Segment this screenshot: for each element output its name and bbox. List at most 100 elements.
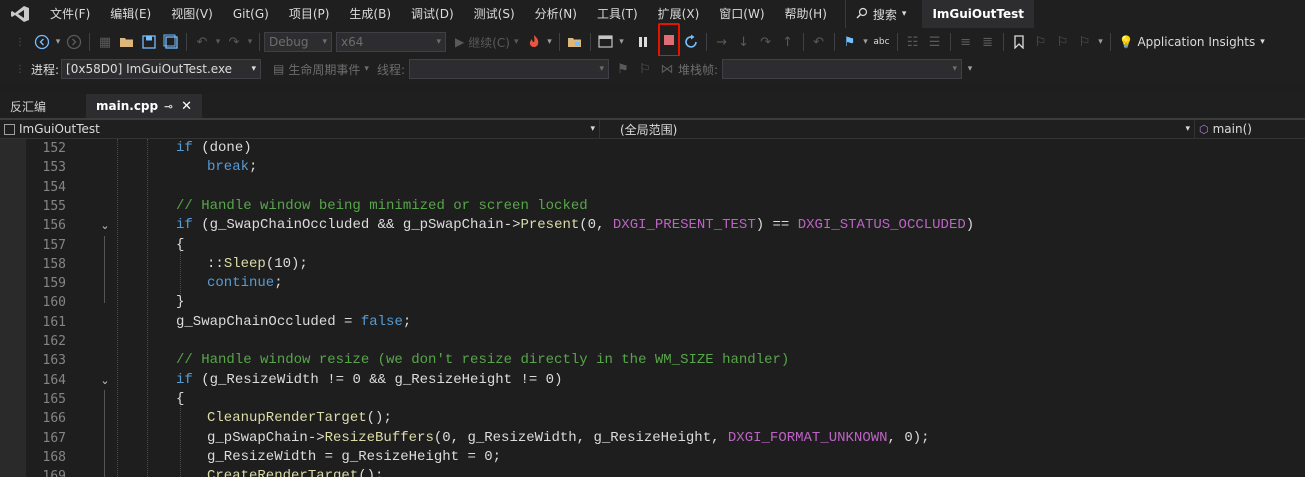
menu-project[interactable]: 项目(P) <box>279 0 340 28</box>
open-folder-icon[interactable] <box>117 31 137 53</box>
chevron-down-icon: ▾ <box>1185 124 1190 134</box>
line-number: 168 <box>42 449 66 465</box>
hot-reload-chevron-icon[interactable]: ▾ <box>546 31 554 53</box>
continue-label: 继续(C) <box>468 35 510 50</box>
toolbar-separator <box>833 33 835 51</box>
menu-debug[interactable]: 调试(D) <box>401 0 464 28</box>
chevron-down-icon: ▾ <box>251 64 257 74</box>
scope-value: (全局范围) <box>620 122 678 137</box>
indent-icon[interactable]: ≣ <box>978 31 998 53</box>
comment-icon[interactable]: ☷ <box>903 31 923 53</box>
line-number: 162 <box>42 334 66 349</box>
visual-studio-logo-icon <box>0 0 40 28</box>
configuration-dropdown[interactable]: Debug ▾ <box>264 32 332 52</box>
toolbar-separator <box>802 33 804 51</box>
line-number: 161 <box>42 314 66 330</box>
step-into-icon[interactable]: ↓ <box>734 31 754 53</box>
toolbar-separator <box>558 33 560 51</box>
menu-window[interactable]: 窗口(W) <box>709 0 774 28</box>
toolbar-overflow-icon[interactable]: ▾ <box>1097 31 1105 53</box>
continue-button[interactable]: ▶ 继续(C) ▾ <box>452 31 522 53</box>
tab-disassembly-label: 反汇编 <box>10 99 47 114</box>
back-dropdown-chevron-icon[interactable]: ▾ <box>54 31 62 53</box>
save-all-icon[interactable] <box>161 31 181 53</box>
lifecycle-events-button[interactable]: ▤ 生命周期事件 ▾ <box>267 61 375 78</box>
scope-dropdown[interactable]: (全局范围) ▾ <box>600 120 1195 138</box>
restart-icon[interactable] <box>681 31 701 53</box>
code-line: 166 CleanupRenderTarget(); <box>0 409 1305 428</box>
debug-location-toolbar: ⋮ 进程: [0x58D0] ImGuiOutTest.exe ▾ ▤ 生命周期… <box>0 56 1305 82</box>
menu-edit[interactable]: 编辑(E) <box>100 0 161 28</box>
filter-threads-icon[interactable]: ⋈ <box>657 58 677 80</box>
process-dropdown[interactable]: [0x58D0] ImGuiOutTest.exe ▾ <box>61 59 262 79</box>
line-number: 163 <box>42 353 66 369</box>
redo-icon[interactable]: ↷ <box>224 31 244 53</box>
collapse-chevron-icon[interactable]: ⌄ <box>98 216 112 235</box>
application-insights-button[interactable]: 💡 Application Insights ▾ <box>1116 31 1268 53</box>
redo-dropdown-chevron-icon[interactable]: ▾ <box>246 31 254 53</box>
menu-view[interactable]: 视图(V) <box>161 0 223 28</box>
diagnostic-chevron-icon[interactable]: ▾ <box>618 31 626 53</box>
project-dropdown[interactable]: ImGuiOutTest ▾ <box>0 120 600 138</box>
tab-disassembly[interactable]: 反汇编 <box>0 94 86 118</box>
search-box[interactable]: 搜索 ▾ <box>844 0 917 28</box>
step-over-icon[interactable]: ↷ <box>756 31 776 53</box>
menu-git[interactable]: Git(G) <box>223 0 279 28</box>
search-icon <box>856 7 868 22</box>
spell-check-icon[interactable]: abc <box>872 31 892 53</box>
flag-thread-icon[interactable]: ⚑ <box>613 58 633 80</box>
code-line: 160 } <box>0 293 1305 312</box>
menu-help[interactable]: 帮助(H) <box>775 0 837 28</box>
menu-file[interactable]: 文件(F) <box>40 0 100 28</box>
line-number: 167 <box>42 430 66 446</box>
show-next-statement-icon[interactable]: → <box>712 31 732 53</box>
close-icon[interactable]: ✕ <box>181 99 192 114</box>
code-text: continue; <box>207 275 283 292</box>
toolbar-overflow-icon[interactable]: ▾ <box>966 58 974 80</box>
breakpoint-chevron-icon[interactable]: ▾ <box>862 31 870 53</box>
stackframe-label: 堆栈帧: <box>677 62 719 77</box>
navigate-forward-icon[interactable] <box>64 31 84 53</box>
menu-analyze[interactable]: 分析(N) <box>525 0 587 28</box>
toolbar-separator <box>896 33 898 51</box>
breakpoint-tools-icon[interactable]: ⚑ <box>840 31 860 53</box>
hot-reload-icon[interactable] <box>524 31 544 53</box>
thread-dropdown[interactable]: ▾ <box>408 59 609 79</box>
undo-dropdown-chevron-icon[interactable]: ▾ <box>214 31 222 53</box>
undo-icon[interactable]: ↶ <box>192 31 212 53</box>
tab-main-cpp[interactable]: main.cpp ⊸ ✕ <box>86 94 202 118</box>
step-out-icon[interactable]: ↑ <box>778 31 798 53</box>
code-line: 156 ⌄ if (g_SwapChainOccluded && g_pSwap… <box>0 216 1305 235</box>
lifecycle-events-label: 生命周期事件 <box>288 62 361 77</box>
menu-tools[interactable]: 工具(T) <box>587 0 648 28</box>
chevron-down-icon: ▾ <box>901 9 907 19</box>
stop-debugging-button[interactable] <box>657 23 680 57</box>
clear-bookmarks-icon[interactable]: ⚐ <box>1075 31 1095 53</box>
process-label: 进程: <box>31 62 60 77</box>
bookmark-icon[interactable] <box>1009 31 1029 53</box>
pause-icon[interactable] <box>633 31 653 53</box>
new-project-icon[interactable]: ▦ <box>95 31 115 53</box>
step-back-icon[interactable]: ↶ <box>809 31 829 53</box>
prev-bookmark-icon[interactable]: ⚐ <box>1031 31 1051 53</box>
show-flagged-threads-icon[interactable]: ⚐ <box>635 58 655 80</box>
save-icon[interactable] <box>139 31 159 53</box>
next-bookmark-icon[interactable]: ⚐ <box>1053 31 1073 53</box>
browse-icon[interactable] <box>565 31 585 53</box>
stackframe-dropdown[interactable]: ▾ <box>722 59 963 79</box>
pin-icon[interactable]: ⊸ <box>164 100 173 113</box>
solution-title: ImGuiOutTest <box>922 0 1035 28</box>
collapse-chevron-icon[interactable]: ⌄ <box>98 371 112 390</box>
code-line: 167 g_pSwapChain->ResizeBuffers(0, g_Res… <box>0 429 1305 448</box>
code-editor[interactable]: 152 if (done) 153 break; 154 155 // Hand… <box>0 139 1305 477</box>
code-text: if (g_ResizeWidth != 0 && g_ResizeHeight… <box>176 371 563 388</box>
member-dropdown[interactable]: ⬡ main() <box>1195 120 1305 138</box>
menu-test[interactable]: 测试(S) <box>464 0 525 28</box>
uncomment-icon[interactable]: ☰ <box>925 31 945 53</box>
menu-build[interactable]: 生成(B) <box>339 0 401 28</box>
code-text: } <box>176 294 185 311</box>
outdent-icon[interactable]: ≡ <box>956 31 976 53</box>
diagnostic-tools-icon[interactable] <box>596 31 616 53</box>
platform-dropdown[interactable]: x64 ▾ <box>336 32 446 52</box>
navigate-back-icon[interactable] <box>32 31 52 53</box>
